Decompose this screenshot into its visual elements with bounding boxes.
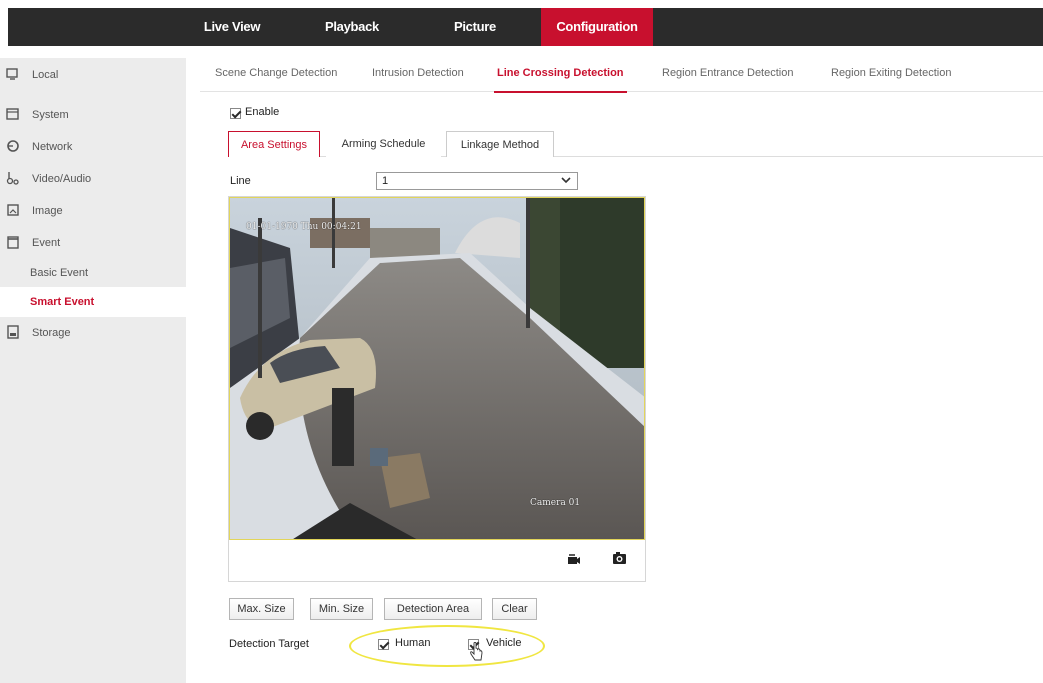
top-navigation-bar: Live View Playback Picture Configuration xyxy=(8,8,1043,46)
tab-region-exiting-detection[interactable]: Region Exiting Detection xyxy=(831,58,951,92)
system-icon xyxy=(6,108,19,120)
nav-picture[interactable]: Picture xyxy=(445,8,505,46)
sidebar-item-smart-event[interactable]: Smart Event xyxy=(0,287,186,317)
video-timestamp-overlay: 01-01-1970 Thu 00:04:21 xyxy=(246,222,362,232)
sidebar-item-label: Network xyxy=(32,141,73,153)
detection-target-label: Detection Target xyxy=(229,638,309,650)
sidebar-item-label: Local xyxy=(32,69,59,81)
sidebar-item-label: Image xyxy=(32,205,63,217)
sidebar-item-event[interactable]: Event xyxy=(0,228,186,258)
video-audio-icon xyxy=(6,172,19,185)
sidebar-item-basic-event[interactable]: Basic Event xyxy=(0,258,186,288)
enable-checkbox[interactable] xyxy=(230,108,241,119)
network-icon xyxy=(7,140,19,152)
chevron-down-icon xyxy=(561,177,571,184)
min-size-button[interactable]: Min. Size xyxy=(310,598,373,620)
sidebar-item-local[interactable]: Local xyxy=(0,60,186,90)
max-size-button[interactable]: Max. Size xyxy=(229,598,294,620)
sidebar-item-label: System xyxy=(32,109,69,121)
sidebar-item-storage[interactable]: Storage xyxy=(0,318,186,348)
camera-icon[interactable] xyxy=(612,551,627,565)
storage-icon xyxy=(7,325,19,339)
tab-arming-schedule[interactable]: Arming Schedule xyxy=(326,131,441,157)
sidebar-item-label: Event xyxy=(32,237,61,249)
line-select[interactable]: 1 xyxy=(376,172,578,190)
line-label: Line xyxy=(230,175,251,187)
camera-scene-image xyxy=(230,198,644,539)
clear-button[interactable]: Clear xyxy=(492,598,537,620)
tab-area-settings[interactable]: Area Settings xyxy=(228,131,320,157)
nav-configuration[interactable]: Configuration xyxy=(541,8,653,46)
sidebar-item-label: Video/Audio xyxy=(32,173,92,185)
live-video-preview[interactable]: 01-01-1970 Thu 00:04:21 Camera 01 xyxy=(229,197,645,540)
sidebar-item-system[interactable]: System xyxy=(0,100,186,130)
tab-region-entrance-detection[interactable]: Region Entrance Detection xyxy=(662,58,793,92)
nav-live-view[interactable]: Live View xyxy=(198,8,266,46)
sidebar-item-label: Storage xyxy=(32,327,71,339)
sidebar-item-label: Smart Event xyxy=(30,296,95,308)
line-select-value: 1 xyxy=(382,175,389,187)
detection-area-button[interactable]: Detection Area xyxy=(384,598,482,620)
highlight-ellipse xyxy=(349,625,545,667)
image-icon xyxy=(7,204,19,216)
tab-scene-change-detection[interactable]: Scene Change Detection xyxy=(215,58,337,92)
enable-label: Enable xyxy=(245,106,280,118)
sidebar: Local System Network Video/Audio Image E… xyxy=(0,58,186,683)
monitor-icon xyxy=(6,68,18,80)
tab-line-crossing-detection[interactable]: Line Crossing Detection xyxy=(494,58,627,93)
event-icon xyxy=(7,236,19,249)
detection-type-tabs: Scene Change Detection Intrusion Detecti… xyxy=(200,58,1043,93)
record-icon[interactable] xyxy=(567,552,581,566)
nav-playback[interactable]: Playback xyxy=(320,8,384,46)
sidebar-item-image[interactable]: Image xyxy=(0,196,186,226)
sidebar-item-video-audio[interactable]: Video/Audio xyxy=(0,164,186,194)
sidebar-item-label: Basic Event xyxy=(30,267,89,279)
mouse-pointer-icon xyxy=(470,642,483,661)
settings-tabs: Area Settings Arming Schedule Linkage Me… xyxy=(228,131,1043,157)
camera-name-overlay: Camera 01 xyxy=(530,498,581,508)
tab-intrusion-detection[interactable]: Intrusion Detection xyxy=(372,58,464,92)
sidebar-item-network[interactable]: Network xyxy=(0,132,186,162)
tab-linkage-method[interactable]: Linkage Method xyxy=(446,131,554,157)
